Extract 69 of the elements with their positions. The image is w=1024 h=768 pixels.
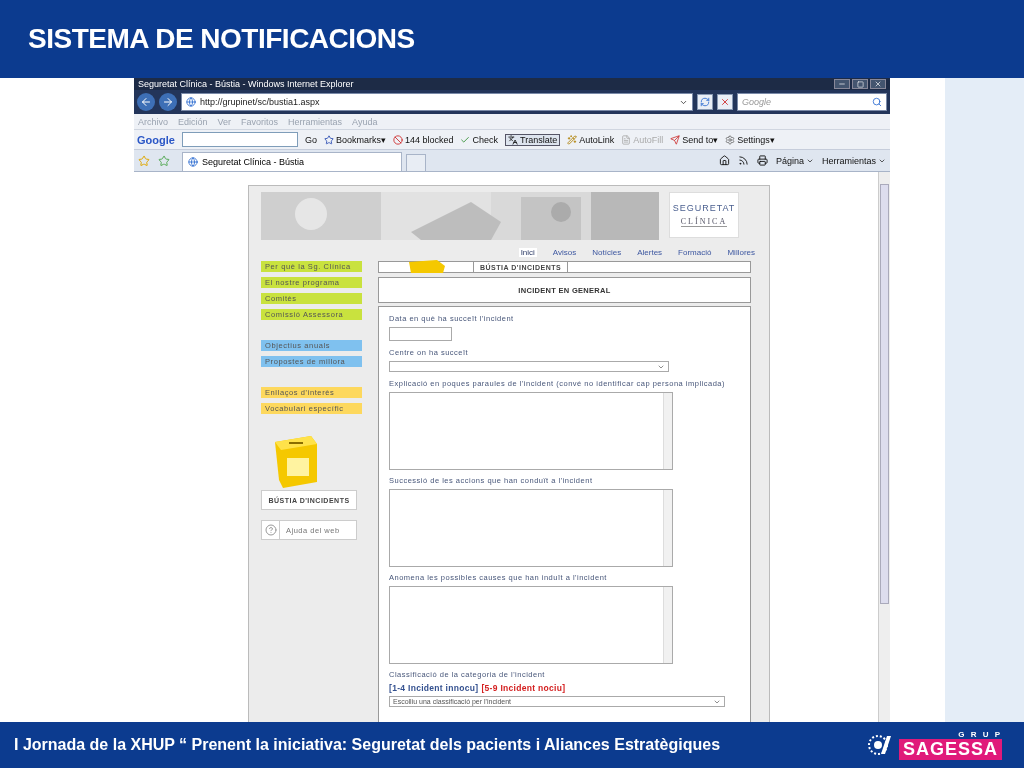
toolbar-search-field[interactable] [181,132,298,147]
toolbar-button[interactable]: AutoLink [567,134,615,145]
home-icon[interactable] [718,155,730,166]
minimize-icon [838,80,846,88]
brand-name: SAGESSA [898,739,1002,760]
search-icon [872,97,882,107]
nav-link[interactable]: Avisos [552,248,577,257]
print-icon[interactable] [756,155,768,166]
refresh-icon [700,97,710,107]
check-icon [460,134,471,145]
favorites-icon[interactable] [138,154,150,167]
translate-icon [508,134,518,145]
nav-link[interactable]: Notícies [592,248,622,257]
help-icon [264,524,277,536]
toolbar-button[interactable]: Settings▾ [725,134,775,145]
minimize-button[interactable] [834,79,850,89]
text-area[interactable] [389,489,673,567]
dropdown-field[interactable] [389,361,669,372]
brand-prefix: G R U P [958,730,1002,739]
footer-text: I Jornada de la XHUP “ Prenent la iniciativa: Seguretat dels pacients i Aliances Estratègiques [14,736,721,754]
logo-subtitle: CLÍNICA [680,217,728,227]
page-menu[interactable]: Página [775,155,814,166]
text-area[interactable] [389,586,673,664]
page-icon [188,157,198,167]
send-icon [670,134,681,145]
forward-arrow-icon [162,96,174,108]
page-icon [186,97,196,107]
toolbar-button[interactable]: Check [460,134,498,145]
logo-icon [866,734,893,756]
star-icon [323,134,334,145]
maximize-button[interactable] [852,79,868,89]
google-label: Google [137,133,175,146]
tools-menu[interactable]: Herramientas [821,155,886,166]
forward-button[interactable] [159,93,177,111]
category-legend: [5-9 Incident nociu] [481,683,566,693]
text-area[interactable] [389,392,673,470]
mailbox-icon [407,260,447,273]
nav-link[interactable]: Inici [518,248,537,257]
nav-link[interactable]: Alertes [637,248,663,257]
feed-icon[interactable] [737,155,749,166]
back-arrow-icon [140,96,152,108]
nav-link[interactable]: Formació [678,248,712,257]
window-title: Seguretat Clínica - Bústia - Windows Internet Explorer [138,79,354,89]
category-legend: [1-4 Incident innocu] [389,683,479,693]
toolbar-button[interactable]: Translate [505,133,561,146]
scrollbar[interactable] [878,172,890,722]
slide-title: SISTEMA DE NOTIFICACIONS [28,23,415,55]
logo-text: SEGURETAT [672,203,736,213]
wand-icon [567,134,578,145]
new-tab-button[interactable] [406,154,426,171]
form-icon [621,134,632,145]
address-field[interactable]: http://grupinet/sc/bustia1.aspx [181,93,693,111]
refresh-button[interactable] [697,94,713,110]
date-field[interactable] [389,327,452,341]
blocked-icon [392,134,403,145]
toolbar-button[interactable]: 144 blocked [392,134,454,145]
settings-icon [725,134,736,145]
nav-link[interactable]: Millores [727,248,755,257]
close-icon [720,97,730,107]
close-button[interactable] [870,79,886,89]
toolbar-button[interactable]: Send to▾ [670,134,719,145]
back-button[interactable] [137,93,155,111]
stop-button[interactable] [717,94,733,110]
toolbar-button[interactable]: Go [304,134,317,145]
close-icon [874,80,882,88]
toolbar-button[interactable]: Bookmarks▾ [323,134,386,145]
browser-tab[interactable]: Seguretat Clínica - Bústia [182,152,402,171]
maximize-icon [856,80,864,88]
add-favorite-icon[interactable] [158,154,170,167]
